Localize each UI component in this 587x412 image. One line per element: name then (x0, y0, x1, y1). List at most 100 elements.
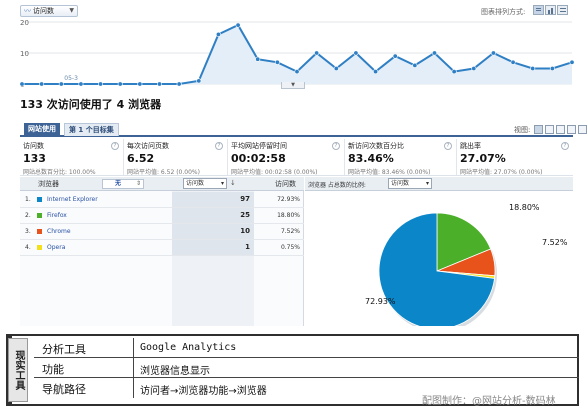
visits-point[interactable] (137, 81, 143, 87)
visits-point[interactable] (294, 69, 300, 75)
visits-value: 97 (172, 192, 254, 207)
summary-bounce-rate: 跳出率 27.07% 网站平均值: 27.07% (0.00%) ? (457, 139, 573, 176)
visits-point[interactable] (510, 59, 516, 65)
visits-point[interactable] (333, 66, 339, 72)
help-icon[interactable]: ? (215, 142, 223, 150)
visits-point[interactable] (196, 78, 202, 84)
dimension-header: 浏览器 (38, 180, 59, 188)
browser-link[interactable]: Opera (47, 244, 65, 251)
info-value: 浏览器信息显示 (140, 366, 210, 377)
page-title: 133 次访问使用了 4 浏览器 (20, 98, 162, 111)
browser-link[interactable]: Chrome (47, 228, 71, 235)
sort-desc-icon[interactable]: ↓ (230, 179, 236, 187)
visits-point[interactable] (235, 22, 241, 28)
summary-note: 网站平均值: 00:02:58 (0.00%) (231, 169, 318, 176)
bar-view-icon[interactable] (556, 125, 565, 134)
view-mode-line-button[interactable] (533, 5, 544, 15)
table-row[interactable]: 2. Firefox 25 18.80% (20, 208, 304, 224)
visits-point[interactable] (353, 50, 359, 56)
info-key: 分析工具 (42, 343, 86, 356)
visits-point[interactable] (157, 81, 163, 87)
row-number: 1. (25, 196, 31, 203)
info-divider (133, 338, 134, 358)
secondary-dimension-value: 无 (115, 180, 122, 187)
series-swatch (37, 245, 42, 250)
info-value: Google Analytics (140, 342, 237, 353)
visits-value: 25 (172, 208, 254, 223)
visits-point[interactable] (39, 81, 45, 87)
visits-point[interactable] (98, 81, 104, 87)
table-row[interactable]: 4. Opera 1 0.75% (20, 240, 304, 256)
help-icon[interactable]: ? (111, 142, 119, 150)
pie-view-icon[interactable] (545, 125, 554, 134)
visits-point[interactable] (451, 69, 457, 75)
info-row: 分析工具 Google Analytics (34, 338, 579, 358)
help-icon[interactable]: ? (444, 142, 452, 150)
browser-link[interactable]: Firefox (47, 212, 67, 219)
visits-point[interactable] (255, 56, 261, 62)
summary-value: 00:02:58 (231, 152, 286, 165)
visits-point[interactable] (274, 59, 280, 65)
table-header: 浏览器 无 ⇕ 访问数 ▾ ↓ 访问数 (20, 177, 304, 191)
summary-pages-per-visit: 每次访问页数 6.52 网站平均值: 6.52 (0.00%) ? (124, 139, 228, 176)
visits-point[interactable] (314, 50, 320, 56)
summary-label: 访问数 (23, 142, 44, 150)
summary-new-visits: 新访问次数百分比 83.46% 网站平均值: 83.46% (0.00%) ? (345, 139, 457, 176)
info-side-title: 现实工具 (8, 338, 28, 402)
tab-goal-set-1[interactable]: 第 1 个目标集 (64, 123, 119, 136)
visits-point[interactable] (490, 50, 496, 56)
visits-area (22, 25, 572, 85)
view-mode-grid-button[interactable] (557, 5, 568, 15)
sort-metric-select[interactable]: 访问数 ▾ (183, 178, 227, 189)
help-icon[interactable]: ? (332, 142, 340, 150)
report-tabs: 网站使用 第 1 个目标集 视图: (20, 123, 587, 137)
visits-point[interactable] (412, 62, 418, 68)
secondary-dimension-select[interactable]: 无 ⇕ (102, 179, 144, 189)
summary-note: 网站平均值: 83.46% (0.00%) (348, 169, 431, 176)
chevron-down-icon: ▼ (69, 7, 74, 14)
info-divider (133, 378, 134, 398)
y-tick-label: 20 (20, 19, 29, 27)
pie-percent-label: 18.80% (509, 203, 540, 212)
table-view-icon[interactable] (534, 125, 543, 134)
visits-point[interactable] (58, 81, 64, 87)
visits-point[interactable] (19, 81, 25, 87)
comparison-view-icon[interactable] (567, 125, 576, 134)
summary-label: 每次访问页数 (127, 142, 169, 150)
visits-percent: 7.52% (280, 228, 300, 235)
visits-point[interactable] (471, 66, 477, 72)
table-row[interactable]: 3. Chrome 10 7.52% (20, 224, 304, 240)
summary-value: 6.52 (127, 152, 155, 165)
visits-point[interactable] (78, 81, 84, 87)
visits-point[interactable] (530, 66, 536, 72)
visits-point[interactable] (431, 50, 437, 56)
chart-collapse-handle[interactable]: ▼ (281, 82, 305, 89)
sort-metric-value: 访问数 (186, 180, 205, 187)
pie-percent-label: 72.93% (365, 297, 396, 306)
pivot-view-icon[interactable] (578, 125, 587, 134)
visits-point[interactable] (569, 59, 575, 65)
pie-header-label: 浏览器 占总数的比例: (308, 182, 366, 189)
visits-point[interactable] (392, 53, 398, 59)
summary-value: 27.07% (460, 152, 506, 165)
visits-value: 1 (172, 240, 254, 255)
metric-selector[interactable]: 〰访问数 ▼ (20, 5, 78, 17)
series-swatch (37, 197, 42, 202)
visits-point[interactable] (176, 81, 182, 87)
metric-header: 访问数 (275, 180, 296, 188)
summary-value: 133 (23, 152, 46, 165)
visits-point[interactable] (117, 81, 123, 87)
table-row[interactable]: 1. Internet Explorer 97 72.93% (20, 192, 304, 208)
summary-value: 83.46% (348, 152, 394, 165)
visits-point[interactable] (549, 66, 555, 72)
visits-point[interactable] (215, 31, 221, 37)
summary-label: 新访问次数百分比 (348, 142, 404, 150)
visits-point[interactable] (373, 69, 379, 75)
tab-site-usage[interactable]: 网站使用 (24, 123, 60, 136)
browser-share-pie-chart: 72.93% 18.80% 7.52% (365, 203, 568, 326)
x-tick-label: 05-3 (64, 75, 78, 82)
view-mode-bars-button[interactable] (545, 5, 556, 15)
browser-link[interactable]: Internet Explorer (47, 196, 98, 203)
pie-metric-select[interactable]: 访问数 ▾ (388, 178, 432, 189)
help-icon[interactable]: ? (561, 142, 569, 150)
